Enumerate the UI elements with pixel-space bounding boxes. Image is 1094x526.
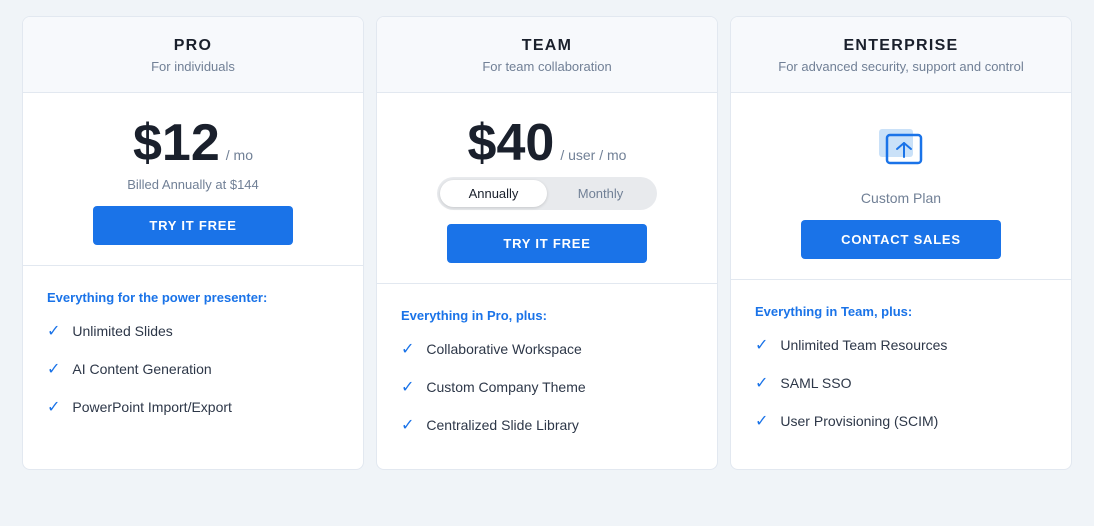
team-features: Everything in Pro, plus: ✓ Collaborative… [377, 284, 717, 469]
team-header: TEAM For team collaboration [377, 17, 717, 93]
team-feature-2: ✓ Custom Company Theme [401, 377, 693, 397]
enterprise-cta-button[interactable]: CONTACT SALES [801, 220, 1001, 259]
pro-price-amount: $12 [133, 117, 220, 169]
custom-plan-label: Custom Plan [861, 190, 941, 206]
team-feature-label-3: Centralized Slide Library [426, 417, 579, 433]
pro-feature-2: ✓ AI Content Generation [47, 359, 339, 379]
check-icon-1: ✓ [47, 321, 60, 341]
check-icon-t2: ✓ [401, 377, 414, 397]
pro-header: PRO For individuals [23, 17, 363, 93]
plan-card-pro: PRO For individuals $12 / mo Billed Annu… [22, 16, 364, 470]
team-feature-label-1: Collaborative Workspace [426, 341, 581, 357]
pro-feature-label-2: AI Content Generation [72, 361, 211, 377]
team-features-heading: Everything in Pro, plus: [401, 308, 693, 323]
pro-feature-label-1: Unlimited Slides [72, 323, 172, 339]
enterprise-header: ENTERPRISE For advanced security, suppor… [731, 17, 1071, 93]
enterprise-icon [871, 117, 931, 182]
pro-pricing: $12 / mo Billed Annually at $144 TRY IT … [23, 93, 363, 266]
enterprise-feature-label-2: SAML SSO [780, 375, 851, 391]
check-icon-e1: ✓ [755, 335, 768, 355]
pricing-container: PRO For individuals $12 / mo Billed Annu… [16, 16, 1078, 470]
enterprise-features-heading: Everything in Team, plus: [755, 304, 1047, 319]
pro-plan-tagline: For individuals [47, 59, 339, 74]
enterprise-pricing: Custom Plan CONTACT SALES [731, 93, 1071, 280]
toggle-annually[interactable]: Annually [440, 180, 547, 207]
enterprise-features: Everything in Team, plus: ✓ Unlimited Te… [731, 280, 1071, 465]
enterprise-feature-label-1: Unlimited Team Resources [780, 337, 947, 353]
pro-plan-name: PRO [47, 37, 339, 55]
team-plan-name: TEAM [401, 37, 693, 55]
billing-toggle[interactable]: Annually Monthly [437, 177, 657, 210]
pro-billed-note: Billed Annually at $144 [127, 177, 259, 192]
enterprise-feature-1: ✓ Unlimited Team Resources [755, 335, 1047, 355]
team-cta-button[interactable]: TRY IT FREE [447, 224, 647, 263]
check-icon-3: ✓ [47, 397, 60, 417]
enterprise-plan-tagline: For advanced security, support and contr… [755, 59, 1047, 74]
pro-feature-label-3: PowerPoint Import/Export [72, 399, 232, 415]
pro-price-row: $12 / mo [133, 117, 253, 169]
pro-cta-button[interactable]: TRY IT FREE [93, 206, 293, 245]
pro-features-heading: Everything for the power presenter: [47, 290, 339, 305]
check-icon-e3: ✓ [755, 411, 768, 431]
check-icon-t1: ✓ [401, 339, 414, 359]
team-pricing: $40 / user / mo Annually Monthly TRY IT … [377, 93, 717, 284]
toggle-monthly[interactable]: Monthly [547, 180, 654, 207]
check-icon-t3: ✓ [401, 415, 414, 435]
team-feature-3: ✓ Centralized Slide Library [401, 415, 693, 435]
team-feature-1: ✓ Collaborative Workspace [401, 339, 693, 359]
pro-feature-1: ✓ Unlimited Slides [47, 321, 339, 341]
team-price-row: $40 / user / mo [468, 117, 627, 169]
team-price-period: / user / mo [560, 147, 626, 163]
plan-card-team: TEAM For team collaboration $40 / user /… [376, 16, 718, 470]
team-plan-tagline: For team collaboration [401, 59, 693, 74]
pro-features: Everything for the power presenter: ✓ Un… [23, 266, 363, 451]
pro-price-period: / mo [226, 147, 253, 163]
check-icon-2: ✓ [47, 359, 60, 379]
plan-card-enterprise: ENTERPRISE For advanced security, suppor… [730, 16, 1072, 470]
team-feature-label-2: Custom Company Theme [426, 379, 585, 395]
check-icon-e2: ✓ [755, 373, 768, 393]
enterprise-feature-2: ✓ SAML SSO [755, 373, 1047, 393]
pro-feature-3: ✓ PowerPoint Import/Export [47, 397, 339, 417]
enterprise-plan-name: ENTERPRISE [755, 37, 1047, 55]
team-price-amount: $40 [468, 117, 555, 169]
enterprise-feature-label-3: User Provisioning (SCIM) [780, 413, 938, 429]
enterprise-feature-3: ✓ User Provisioning (SCIM) [755, 411, 1047, 431]
